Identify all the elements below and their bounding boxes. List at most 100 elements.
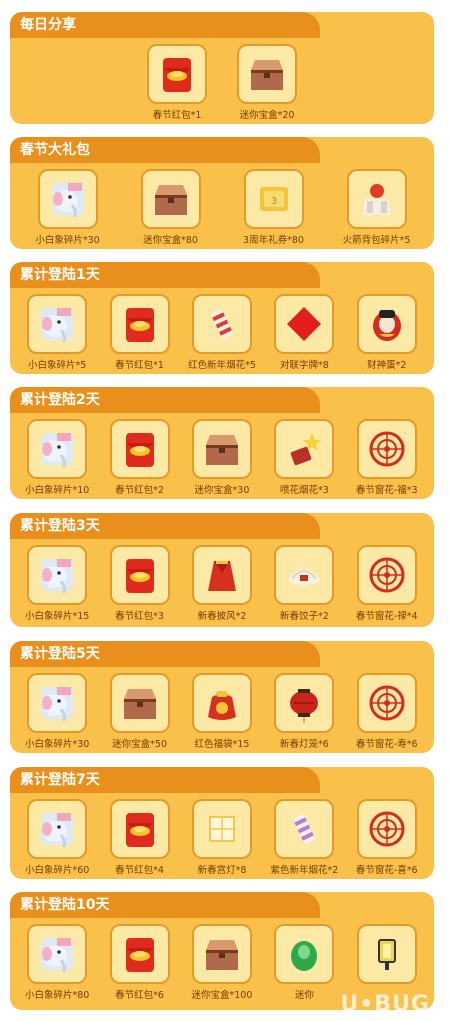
- reward-item[interactable]: 小白象碎片*80: [21, 924, 93, 1001]
- reward-item[interactable]: [351, 924, 423, 1001]
- reward-items: 小白象碎片*15 春节红包*3 新春披风*2 新春饺子*2 春节窗花-禄*4: [10, 545, 434, 622]
- item-label: 春节窗花-喜*6: [355, 865, 418, 876]
- couplet-card-icon: [287, 307, 322, 341]
- reward-item[interactable]: 新春披风*2: [186, 545, 258, 622]
- item-slot[interactable]: [191, 924, 252, 984]
- reward-item[interactable]: 春节窗花-寿*6: [351, 673, 423, 750]
- reward-item[interactable]: 小白象碎片*5: [21, 294, 93, 371]
- reward-item[interactable]: 春节红包*1: [141, 44, 213, 121]
- reward-item[interactable]: 春节窗花-福*3: [351, 419, 423, 496]
- item-slot[interactable]: [191, 294, 252, 354]
- reward-item[interactable]: 新春饺子*2: [268, 545, 340, 622]
- reward-section: 每日分享 春节红包*1 迷你宝盒*20: [10, 12, 434, 124]
- item-slot[interactable]: [191, 799, 252, 859]
- item-slot[interactable]: [237, 44, 297, 104]
- item-slot[interactable]: [274, 673, 335, 733]
- elephant-icon: [41, 559, 74, 595]
- item-slot[interactable]: [356, 294, 417, 354]
- item-slot[interactable]: [191, 545, 252, 605]
- item-slot[interactable]: [356, 799, 417, 859]
- reward-item[interactable]: 火箭背包碎片*5: [341, 169, 413, 246]
- reward-item[interactable]: 迷你宝盒*80: [135, 169, 207, 246]
- reward-item[interactable]: 新春灯笼*6: [268, 673, 340, 750]
- item-slot[interactable]: [356, 545, 417, 605]
- section-title: 累计登陆5天: [10, 641, 320, 667]
- reward-item[interactable]: 春节红包*3: [104, 545, 176, 622]
- reward-item[interactable]: 小白象碎片*30: [21, 673, 93, 750]
- item-slot[interactable]: [140, 169, 201, 229]
- item-slot[interactable]: [27, 545, 88, 605]
- item-label: 春节红包*3: [115, 611, 164, 622]
- reward-item[interactable]: 春节红包*4: [104, 799, 176, 876]
- item-slot[interactable]: 3: [243, 169, 304, 229]
- elephant-icon: [51, 183, 84, 219]
- item-slot[interactable]: [356, 419, 417, 479]
- item-label: 紫色新年烟花*2: [270, 865, 339, 876]
- item-label: 喷花烟花*3: [279, 485, 329, 496]
- item-slot[interactable]: [274, 294, 335, 354]
- reward-items: 小白象碎片*30 迷你宝盒*80 3 3周年礼券*80 火箭背包碎片*5: [10, 169, 434, 246]
- reward-item[interactable]: 小白象碎片*30: [32, 169, 104, 246]
- item-slot[interactable]: [346, 169, 407, 229]
- reward-item[interactable]: 紫色新年烟花*2: [268, 799, 340, 876]
- reward-item[interactable]: 小白象碎片*10: [21, 419, 93, 496]
- cape-icon: [207, 561, 236, 591]
- reward-item[interactable]: 红色福袋*15: [186, 673, 258, 750]
- reward-item[interactable]: 小白象碎片*60: [21, 799, 93, 876]
- reward-section: 累计登陆3天小白象碎片*15 春节红包*3 新春披风*2 新春饺子*2 春节窗花-禄*4: [10, 513, 434, 627]
- reward-item[interactable]: 春节红包*2: [104, 419, 176, 496]
- fortune-egg-icon: [372, 310, 401, 341]
- reward-items: 小白象碎片*30 迷你宝盒*50 红色福袋*15 新春灯笼*6 春节窗花-寿*6: [10, 673, 434, 750]
- item-slot[interactable]: [356, 924, 417, 984]
- item-label: 春节红包*1: [152, 110, 202, 121]
- reward-item[interactable]: 新春宫灯*8: [186, 799, 258, 876]
- item-slot[interactable]: [274, 419, 335, 479]
- item-slot[interactable]: [109, 294, 170, 354]
- item-label: 小白象碎片*80: [25, 990, 90, 1001]
- item-slot[interactable]: [274, 545, 335, 605]
- item-slot[interactable]: [109, 673, 170, 733]
- item-slot[interactable]: [274, 799, 335, 859]
- item-slot[interactable]: [109, 545, 170, 605]
- item-slot[interactable]: [37, 169, 98, 229]
- reward-item[interactable]: 红色新年烟花*5: [186, 294, 258, 371]
- item-slot[interactable]: [27, 924, 88, 984]
- reward-item[interactable]: 3 3周年礼券*80: [238, 169, 310, 246]
- elephant-icon: [41, 308, 74, 344]
- reward-items: 小白象碎片*80 春节红包*6 迷你宝盒*100 迷你: [10, 924, 434, 1001]
- reward-item[interactable]: 迷你宝盒*20: [231, 44, 303, 121]
- item-slot[interactable]: [109, 924, 170, 984]
- reward-item[interactable]: 迷你宝盒*30: [186, 419, 258, 496]
- item-slot[interactable]: [109, 799, 170, 859]
- reward-item[interactable]: 财神蛋*2: [351, 294, 423, 371]
- reward-item[interactable]: 喷花烟花*3: [268, 419, 340, 496]
- reward-item[interactable]: 迷你: [268, 924, 340, 1001]
- reward-item[interactable]: 春节红包*6: [104, 924, 176, 1001]
- reward-item[interactable]: 春节窗花-禄*4: [351, 545, 423, 622]
- window-flower-icon: [369, 811, 405, 847]
- section-title: 累计登陆2天: [10, 387, 320, 413]
- item-slot[interactable]: [191, 673, 252, 733]
- reward-item[interactable]: 对联字牌*8: [268, 294, 340, 371]
- item-slot[interactable]: [109, 419, 170, 479]
- item-slot[interactable]: [356, 673, 417, 733]
- reward-item[interactable]: 迷你宝盒*50: [104, 673, 176, 750]
- item-slot[interactable]: [27, 419, 88, 479]
- firework-red-icon: [211, 309, 233, 339]
- reward-item[interactable]: 迷你宝盒*100: [186, 924, 258, 1001]
- reward-item[interactable]: 小白象碎片*15: [21, 545, 93, 622]
- reward-section: 累计登陆7天 小白象碎片*60 春节红包*4 新春宫灯*8 紫色新年烟花*2 春节窗花-喜…: [10, 767, 434, 879]
- item-slot[interactable]: [27, 799, 88, 859]
- item-label: 春节窗花-寿*6: [355, 739, 418, 750]
- item-slot[interactable]: [191, 419, 252, 479]
- treasure-box-icon: [205, 435, 238, 465]
- reward-item[interactable]: 春节红包*1: [104, 294, 176, 371]
- item-slot[interactable]: [147, 44, 207, 104]
- reward-items: 小白象碎片*5 春节红包*1 红色新年烟花*5 对联字牌*8 财神蛋*2: [10, 294, 434, 371]
- item-slot[interactable]: [274, 924, 335, 984]
- reward-item[interactable]: 春节窗花-喜*6: [351, 799, 423, 876]
- item-slot[interactable]: [27, 294, 88, 354]
- item-slot[interactable]: [27, 673, 88, 733]
- section-title: 累计登陆3天: [10, 513, 320, 539]
- treasure-box-icon: [205, 940, 238, 970]
